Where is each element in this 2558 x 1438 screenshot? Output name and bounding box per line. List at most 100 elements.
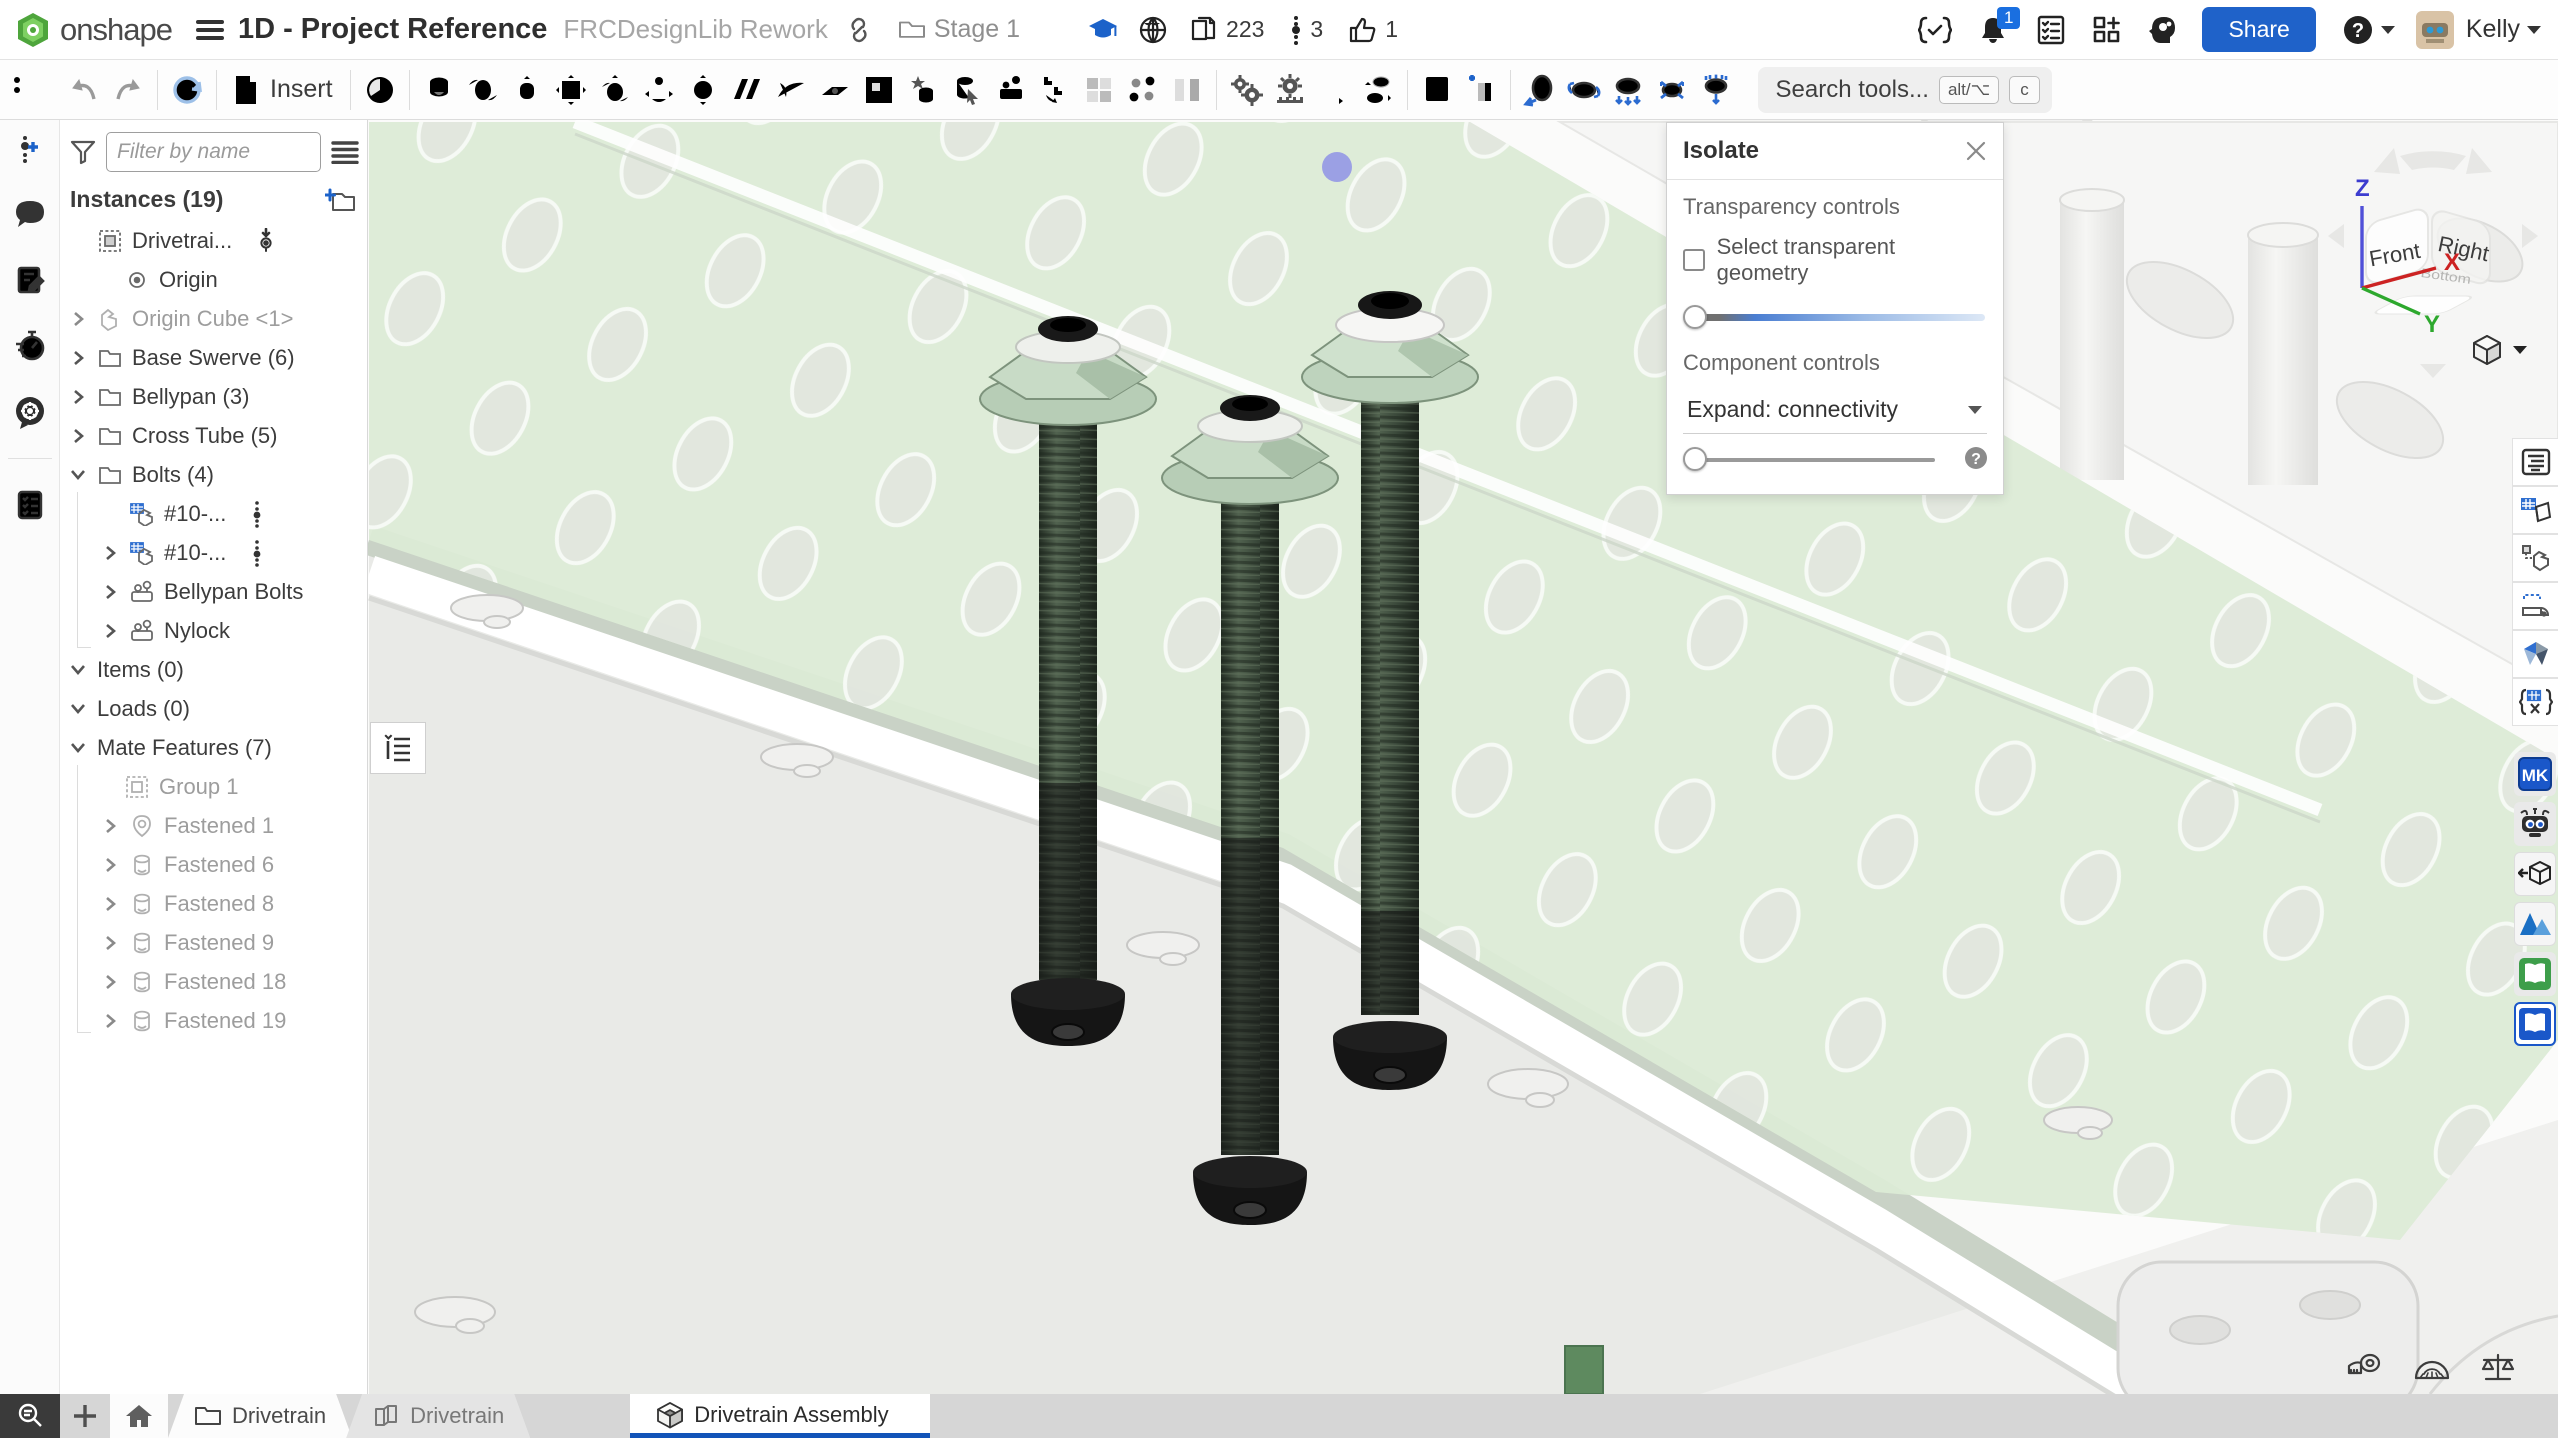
revolute-mate-icon[interactable] xyxy=(461,67,505,113)
feature-script-icon[interactable] xyxy=(1918,15,1952,45)
mate-connector-icon[interactable] xyxy=(813,67,857,113)
assembly-viewport[interactable] xyxy=(0,0,2558,1438)
likes-stat[interactable]: 1 xyxy=(1349,16,1398,44)
tree-item-bellypan[interactable]: Bellypan (3) xyxy=(60,377,367,416)
slider-mate-icon[interactable] xyxy=(505,67,549,113)
filter-funnel-icon[interactable] xyxy=(70,139,96,165)
document-title[interactable]: 1D - Project Reference xyxy=(238,13,547,46)
learning-center-icon[interactable] xyxy=(1088,17,1118,43)
tree-section-mate-features[interactable]: Mate Features (7) xyxy=(60,728,367,767)
select-transparent-checkbox[interactable] xyxy=(1683,249,1705,271)
tree-item-fastened-1[interactable]: Fastened 1 xyxy=(60,806,367,845)
expand-slider-knob[interactable] xyxy=(1683,447,1707,471)
orbit-drag-icon[interactable] xyxy=(1562,67,1606,113)
hidden-instances-icon[interactable] xyxy=(1415,67,1459,113)
tree-item-bolt-config-2[interactable]: #10-... xyxy=(60,533,367,572)
list-options-icon[interactable] xyxy=(331,140,359,164)
tree-item-root-assembly[interactable]: Drivetrai... xyxy=(60,221,367,260)
tree-item-fastened-9[interactable]: Fastened 9 xyxy=(60,923,367,962)
avatar[interactable] xyxy=(2416,11,2454,49)
release-notes-icon[interactable] xyxy=(10,260,50,300)
linear-pattern-icon[interactable] xyxy=(1033,67,1077,113)
exploded-view-icon[interactable] xyxy=(1165,67,1209,113)
search-tools-box[interactable]: Search tools... alt/⌥ c xyxy=(1758,67,2052,113)
robot-app-icon[interactable] xyxy=(2514,802,2556,846)
tree-item-group-1[interactable]: Group 1 xyxy=(60,767,367,806)
render-studio-icon[interactable] xyxy=(2512,630,2558,678)
home-tab-button[interactable] xyxy=(110,1394,168,1438)
rotate-view-icon[interactable] xyxy=(165,67,209,113)
suppressed-dots-icon[interactable] xyxy=(253,500,261,528)
belt-relation-icon[interactable] xyxy=(1356,67,1400,113)
checklist-panel-icon[interactable] xyxy=(10,485,50,525)
add-folder-icon[interactable] xyxy=(325,187,355,213)
fastened-mate-icon[interactable] xyxy=(417,67,461,113)
tree-item-fastened-19[interactable]: Fastened 19 xyxy=(60,1001,367,1040)
tree-section-items[interactable]: Items (0) xyxy=(60,650,367,689)
replicate-icon[interactable] xyxy=(1121,67,1165,113)
tree-item-fastened-8[interactable]: Fastened 8 xyxy=(60,884,367,923)
peak-app-icon[interactable] xyxy=(2514,902,2556,946)
ai-advisor-icon[interactable] xyxy=(2148,15,2178,45)
view-options-menu[interactable] xyxy=(2472,334,2528,366)
standard-content-icon[interactable] xyxy=(901,67,945,113)
tree-item-base-swerve[interactable]: Base Swerve (6) xyxy=(60,338,367,377)
revision-clock-icon[interactable] xyxy=(358,67,402,113)
insert-icon[interactable] xyxy=(224,67,268,113)
pin-slot-mate-icon[interactable] xyxy=(637,67,681,113)
insert-label[interactable]: Insert xyxy=(270,75,333,104)
feature-list-toggle-icon[interactable] xyxy=(4,67,48,113)
notifications-bell-icon[interactable]: 1 xyxy=(1978,15,2008,45)
sheet-metal-panel-icon[interactable] xyxy=(2512,582,2558,630)
new-tab-button[interactable] xyxy=(60,1394,110,1438)
comments-icon[interactable] xyxy=(10,194,50,234)
undo-icon[interactable] xyxy=(62,67,106,113)
tree-item-cross-tube[interactable]: Cross Tube (5) xyxy=(60,416,367,455)
export-cube-app-icon[interactable] xyxy=(2514,852,2556,896)
expand-mode-dropdown[interactable]: Expand: connectivity xyxy=(1683,386,1987,434)
configurations-panel-icon[interactable] xyxy=(2512,486,2558,534)
stage-label[interactable]: Stage 1 xyxy=(934,15,1020,44)
help-icon[interactable]: ? xyxy=(2342,14,2374,46)
transparency-slider[interactable] xyxy=(1685,304,1985,330)
tree-item-nylock[interactable]: Nylock xyxy=(60,611,367,650)
constrain-drag-icon[interactable] xyxy=(1650,67,1694,113)
slider-help-icon[interactable]: ? xyxy=(1963,445,1989,471)
fastener-stack-icon[interactable] xyxy=(989,67,1033,113)
tab-drivetrain-folder[interactable]: Drivetrain xyxy=(168,1394,352,1438)
tree-item-bolt-config-1[interactable]: #10-... xyxy=(60,494,367,533)
planar-mate-icon[interactable] xyxy=(549,67,593,113)
tab-search-icon[interactable] xyxy=(0,1394,60,1438)
screw-relation-icon[interactable] xyxy=(1312,67,1356,113)
mass-properties-icon[interactable] xyxy=(2478,1352,2518,1384)
apps-grid-icon[interactable] xyxy=(2092,15,2122,45)
pivot-drag-icon[interactable] xyxy=(1694,67,1738,113)
link-icon[interactable] xyxy=(846,17,872,43)
versions-stat[interactable]: 3 xyxy=(1290,15,1323,45)
mkcad-app-icon[interactable]: MK xyxy=(2514,752,2556,796)
group-icon[interactable] xyxy=(857,67,901,113)
insert-part-cursor-icon[interactable] xyxy=(945,67,989,113)
translate-drag-icon[interactable] xyxy=(1606,67,1650,113)
rack-pinion-icon[interactable] xyxy=(1268,67,1312,113)
hamburger-menu-icon[interactable] xyxy=(196,18,224,42)
tree-item-fastened-6[interactable]: Fastened 6 xyxy=(60,845,367,884)
filter-input[interactable] xyxy=(106,132,321,172)
close-icon[interactable] xyxy=(1965,140,1987,162)
panel-collapse-toggle[interactable] xyxy=(370,722,426,774)
tree-item-origin-cube[interactable]: Origin Cube <1> xyxy=(60,299,367,338)
variables-panel-icon[interactable] xyxy=(2512,678,2558,726)
performance-timer-icon[interactable] xyxy=(10,326,50,366)
tab-drivetrain-partstudio[interactable]: Drivetrain xyxy=(346,1394,530,1438)
gear-relation-icon[interactable] xyxy=(1224,67,1268,113)
tree-item-bolts[interactable]: Bolts (4) xyxy=(60,455,367,494)
protractor-icon[interactable] xyxy=(2412,1352,2452,1384)
pattern-grid-icon[interactable] xyxy=(1077,67,1121,113)
user-caret-icon[interactable] xyxy=(2526,25,2542,35)
cylindrical-mate-icon[interactable] xyxy=(593,67,637,113)
parallel-mate-icon[interactable] xyxy=(725,67,769,113)
redo-icon[interactable] xyxy=(106,67,150,113)
create-version-icon[interactable] xyxy=(10,128,50,168)
active-tool-bubble-icon[interactable] xyxy=(10,392,50,432)
rotate-drag-icon[interactable] xyxy=(1518,67,1562,113)
